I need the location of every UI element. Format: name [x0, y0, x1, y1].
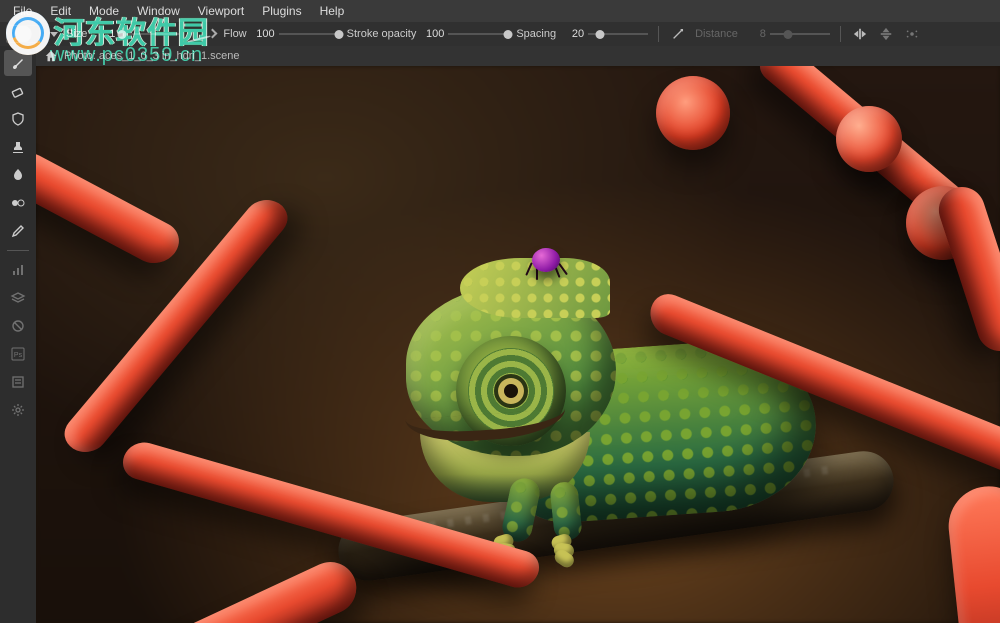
stamp-tool[interactable]	[4, 134, 32, 160]
scene-art	[36, 66, 1000, 623]
shield-tool[interactable]	[4, 106, 32, 132]
svg-text:Ps: Ps	[14, 352, 23, 359]
divider	[658, 26, 659, 42]
menu-plugins[interactable]: Plugins	[253, 1, 310, 21]
spacing-slider[interactable]: Spacing 20	[516, 28, 648, 40]
distance-label: Distance	[695, 28, 738, 40]
distance-track	[770, 28, 830, 40]
viewport[interactable]	[36, 66, 1000, 623]
flow-label: Flow	[223, 28, 246, 40]
distance-value: 8	[742, 28, 766, 40]
layers-tool[interactable]	[4, 285, 32, 311]
pen-pressure-icon[interactable]	[669, 25, 687, 43]
clone-tool[interactable]	[4, 190, 32, 216]
spacing-track[interactable]	[588, 28, 648, 40]
stroke-opacity-value: 100	[420, 28, 444, 40]
settings-tool[interactable]	[4, 397, 32, 423]
flow-value: 100	[251, 28, 275, 40]
menu-help[interactable]: Help	[311, 1, 354, 21]
picker-tool[interactable]	[4, 218, 32, 244]
app-root: File Edit Mode Window Viewport Plugins H…	[0, 0, 1000, 623]
watermark-logo-icon	[6, 11, 50, 55]
mirror-vertical-icon[interactable]	[877, 25, 895, 43]
stroke-opacity-label: Stroke opacity	[347, 28, 417, 40]
flow-track[interactable]	[279, 28, 339, 40]
left-toolbar: Ps	[0, 46, 36, 623]
smudge-tool[interactable]	[4, 162, 32, 188]
divider	[840, 26, 841, 42]
stroke-opacity-slider[interactable]: Stroke opacity 100	[347, 28, 509, 40]
watermark-url: www.pc0359.cn	[50, 44, 203, 67]
ps-export[interactable]: Ps	[4, 341, 32, 367]
symmetry-icon[interactable]	[903, 25, 921, 43]
no-tool[interactable]	[4, 313, 32, 339]
stroke-opacity-track[interactable]	[448, 28, 508, 40]
eraser-tool[interactable]	[4, 78, 32, 104]
notes-tool[interactable]	[4, 369, 32, 395]
flow-slider[interactable]: Flow 100	[223, 28, 338, 40]
mirror-horizontal-icon[interactable]	[851, 25, 869, 43]
distance-slider: Distance 8	[695, 28, 830, 40]
spacing-label: Spacing	[516, 28, 556, 40]
separator	[7, 250, 29, 251]
spacing-value: 20	[560, 28, 584, 40]
levels-tool[interactable]	[4, 257, 32, 283]
